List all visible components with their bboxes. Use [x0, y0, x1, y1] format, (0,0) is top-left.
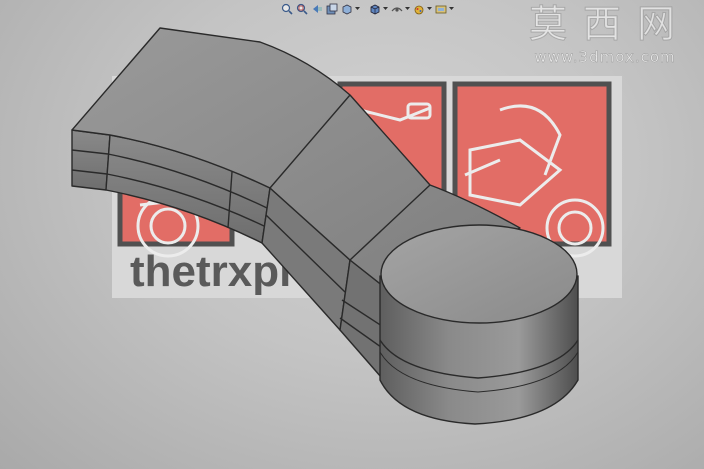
pivot-boss-top[interactable] — [380, 224, 578, 324]
section-view-icon[interactable] — [325, 3, 338, 16]
zoom-to-fit-icon[interactable] — [280, 3, 293, 16]
edit-appearance-dropdown-icon[interactable] — [427, 3, 432, 16]
apply-scene-dropdown-icon[interactable] — [449, 3, 454, 16]
zoom-area-icon[interactable] — [295, 3, 308, 16]
display-style-dropdown-icon[interactable] — [383, 3, 388, 16]
hide-show-dropdown-icon[interactable] — [405, 3, 410, 16]
hide-show-items-icon[interactable] — [390, 3, 403, 16]
edit-appearance-icon[interactable] — [412, 3, 425, 16]
graphics-viewport[interactable]: thetrxproject.com — [0, 0, 704, 469]
view-orientation-icon[interactable] — [340, 3, 353, 16]
view-orientation-dropdown-icon[interactable] — [355, 3, 360, 16]
arm-front-face-left[interactable] — [71, 129, 111, 191]
display-style-icon[interactable] — [368, 3, 381, 16]
apply-scene-icon[interactable] — [434, 3, 447, 16]
heads-up-view-toolbar — [280, 1, 454, 17]
watermark-logo-text: 莫西网 — [528, 2, 691, 47]
watermark-url: www.3dmox.com — [534, 48, 676, 66]
previous-view-icon[interactable] — [310, 3, 323, 16]
